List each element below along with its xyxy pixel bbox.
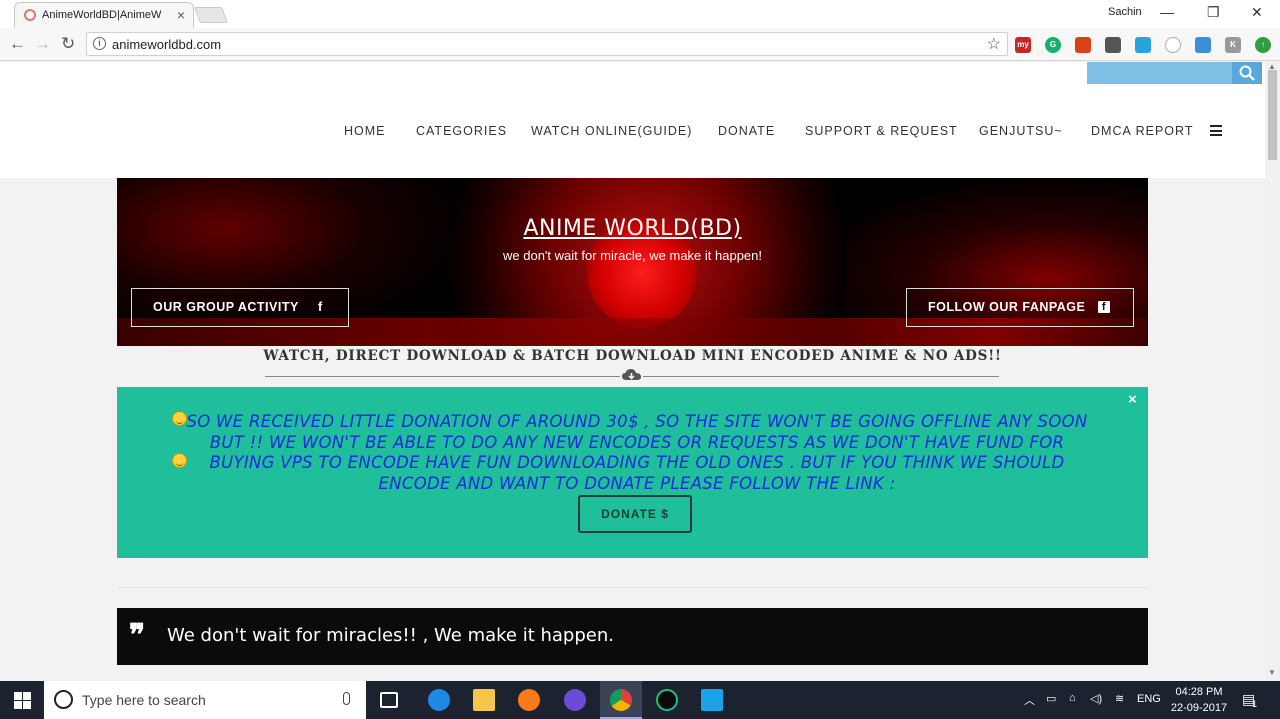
back-button[interactable]: ← bbox=[9, 34, 26, 54]
address-bar[interactable]: i animeworldbd.com ☆ bbox=[86, 32, 1008, 56]
browser-toolbar: ← → ↻ i animeworldbd.com ☆ my G K ↑ bbox=[0, 28, 1280, 61]
group-activity-label: OUR GROUP ACTIVITY bbox=[153, 300, 299, 314]
page-viewport: HOME CATEGORIES WATCH ONLINE(GUIDE) DONA… bbox=[0, 62, 1265, 681]
windows-taskbar: Type here to search ︿ ▭ ⌂ ◁) ≋ ENG 04:28… bbox=[0, 681, 1280, 719]
forward-button[interactable]: → bbox=[34, 34, 51, 54]
nav-genjutsu[interactable]: GENJUTSU~ bbox=[979, 124, 1063, 138]
firefox-nightly-icon[interactable] bbox=[564, 689, 586, 711]
quote-text: We don't wait for miracles!! , We make i… bbox=[167, 625, 614, 646]
taskbar-search-box[interactable]: Type here to search bbox=[44, 681, 366, 719]
divider bbox=[265, 376, 620, 377]
nav-categories[interactable]: CATEGORIES bbox=[416, 124, 507, 138]
red-extension-icon[interactable] bbox=[1075, 37, 1091, 53]
cloud-download-icon bbox=[622, 369, 641, 380]
firefox-icon[interactable] bbox=[518, 689, 540, 711]
browser-tab[interactable]: AnimeWorldBD|AnimeW × bbox=[14, 2, 194, 28]
system-clock[interactable]: 04:28 PM 22-09-2017 bbox=[1164, 684, 1234, 716]
quote-icon: ❞ bbox=[129, 618, 146, 653]
language-indicator[interactable]: ENG bbox=[1137, 693, 1161, 705]
grammarly-extension-icon[interactable]: G bbox=[1045, 37, 1061, 53]
scroll-down-icon[interactable]: ▼ bbox=[1268, 668, 1276, 677]
page-scrollbar[interactable]: ▲ ▼ bbox=[1265, 62, 1280, 681]
mymail-extension-icon[interactable]: my bbox=[1015, 37, 1031, 53]
clock-date: 22-09-2017 bbox=[1170, 702, 1228, 714]
nav-support-request[interactable]: SUPPORT & REQUEST bbox=[805, 124, 958, 138]
menu-icon[interactable] bbox=[1210, 125, 1222, 139]
site-search-button[interactable] bbox=[1232, 62, 1262, 84]
battery-icon[interactable]: ▭ bbox=[1046, 692, 1056, 705]
wifi-icon[interactable]: ≋ bbox=[1115, 692, 1124, 705]
chrome-icon bbox=[610, 689, 632, 711]
quote-block: ❞ We don't wait for miracles!! , We make… bbox=[117, 608, 1148, 665]
site-header: HOME CATEGORIES WATCH ONLINE(GUIDE) DONA… bbox=[0, 62, 1265, 178]
tab-title: AnimeWorldBD|AnimeW bbox=[42, 9, 162, 21]
tab-strip: AnimeWorldBD|AnimeW × Sachin — ❐ ✕ bbox=[0, 0, 1280, 28]
url-text[interactable]: animeworldbd.com bbox=[112, 37, 221, 52]
opera-icon[interactable] bbox=[656, 689, 678, 711]
hero-banner: ANIME WORLD(BD) we don't wait for miracl… bbox=[117, 178, 1148, 346]
divider bbox=[117, 587, 1148, 588]
tray-chevron-icon[interactable]: ︿ bbox=[1024, 692, 1035, 708]
facebook-icon: f bbox=[318, 300, 323, 314]
scroll-thumb[interactable] bbox=[1268, 70, 1277, 160]
close-icon[interactable]: × bbox=[1128, 391, 1137, 408]
taskbar-search-placeholder: Type here to search bbox=[82, 692, 206, 708]
site-tagline: we don't wait for miracle, we make it ha… bbox=[503, 248, 762, 263]
divider bbox=[643, 376, 999, 377]
feather-extension-icon[interactable] bbox=[1195, 37, 1211, 53]
minimize-button[interactable]: — bbox=[1160, 4, 1174, 20]
pdf-app-icon[interactable] bbox=[701, 689, 723, 711]
donate-button[interactable]: DONATE $ bbox=[578, 495, 692, 533]
windows-start-icon[interactable] bbox=[14, 692, 31, 709]
page-headline: WATCH, DIRECT DOWNLOAD & BATCH DOWNLOAD … bbox=[263, 348, 1002, 364]
follow-fanpage-button[interactable]: FOLLOW OUR FANPAGE f bbox=[906, 288, 1134, 327]
circle-extension-icon[interactable] bbox=[1165, 37, 1181, 53]
network-icon[interactable]: ⌂ bbox=[1069, 692, 1076, 704]
favicon-icon bbox=[24, 9, 36, 21]
new-tab-button[interactable] bbox=[194, 7, 228, 23]
donation-notice: × SO WE RECEIVED LITTLE DONATION OF AROU… bbox=[117, 387, 1148, 558]
facebook-square-icon: f bbox=[1098, 301, 1110, 313]
tab-close-button[interactable]: × bbox=[177, 7, 185, 23]
profile-name[interactable]: Sachin bbox=[1108, 6, 1142, 18]
group-activity-button[interactable]: OUR GROUP ACTIVITY f bbox=[131, 288, 349, 327]
chrome-taskbar-active[interactable] bbox=[600, 681, 642, 719]
file-explorer-icon[interactable] bbox=[473, 689, 495, 711]
reload-button[interactable]: ↻ bbox=[61, 34, 75, 54]
pocket-extension-icon[interactable] bbox=[1105, 37, 1121, 53]
close-window-button[interactable]: ✕ bbox=[1251, 4, 1263, 21]
nav-dmca-report[interactable]: DMCA REPORT bbox=[1091, 124, 1193, 138]
follow-fanpage-label: FOLLOW OUR FANPAGE bbox=[928, 300, 1086, 314]
microphone-icon[interactable] bbox=[343, 692, 350, 705]
notice-text: SO WE RECEIVED LITTLE DONATION OF AROUND… bbox=[186, 412, 1088, 493]
volume-icon[interactable]: ◁) bbox=[1090, 692, 1102, 705]
info-icon[interactable]: i bbox=[93, 37, 106, 50]
task-view-icon[interactable] bbox=[380, 692, 398, 708]
clock-time: 04:28 PM bbox=[1175, 686, 1223, 698]
k-extension-icon[interactable]: K bbox=[1225, 37, 1241, 53]
cortana-icon bbox=[54, 690, 73, 709]
restore-button[interactable]: ❐ bbox=[1207, 4, 1220, 21]
site-search-input[interactable] bbox=[1087, 62, 1232, 84]
upload-extension-icon[interactable]: ↑ bbox=[1255, 37, 1271, 53]
site-title[interactable]: ANIME WORLD(BD) bbox=[117, 216, 1148, 241]
search-icon bbox=[1239, 65, 1255, 81]
bookmark-star-icon[interactable]: ☆ bbox=[987, 34, 1001, 54]
nav-donate[interactable]: DONATE bbox=[718, 124, 775, 138]
notification-count: 1 bbox=[1252, 699, 1258, 709]
edge-icon[interactable] bbox=[428, 689, 450, 711]
nav-home[interactable]: HOME bbox=[344, 124, 386, 138]
nav-watch-online[interactable]: WATCH ONLINE(GUIDE) bbox=[531, 124, 692, 138]
calendar-extension-icon[interactable] bbox=[1135, 37, 1151, 53]
